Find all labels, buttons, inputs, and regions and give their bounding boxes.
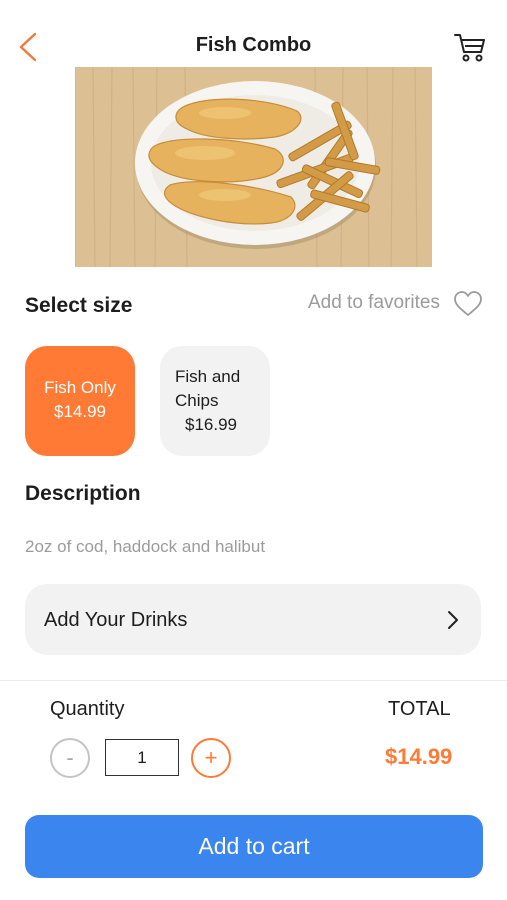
plus-icon: + xyxy=(204,745,218,770)
add-drinks-label: Add Your Drinks xyxy=(44,609,188,631)
page-title: Fish Combo xyxy=(195,34,312,56)
description-heading: Description xyxy=(25,482,141,505)
cart-icon xyxy=(454,34,485,62)
add-drinks-row[interactable]: Add Your Drinks xyxy=(25,584,481,655)
chevron-right-icon xyxy=(448,611,458,629)
favorite-button[interactable] xyxy=(452,288,484,320)
size-option-price: $14.99 xyxy=(54,402,106,421)
quantity-label: Quantity xyxy=(50,698,125,720)
total-price: $14.99 xyxy=(385,744,453,769)
size-option-fish-only[interactable]: Fish Only $14.99 xyxy=(25,346,135,456)
minus-icon: - xyxy=(66,745,74,770)
quantity-input[interactable] xyxy=(105,739,179,776)
product-image xyxy=(75,67,432,267)
decrease-quantity-button[interactable]: - xyxy=(50,738,90,778)
description-text: 2oz of cod, haddock and halibut xyxy=(25,537,266,556)
increase-quantity-button[interactable]: + xyxy=(191,738,231,778)
size-option-price: $16.99 xyxy=(185,415,237,434)
heart-outline-icon xyxy=(454,291,482,316)
select-size-heading: Select size xyxy=(25,294,133,317)
size-option-name: Fish Only xyxy=(44,378,116,397)
size-option-fish-and-chips[interactable]: Fish and Chips $16.99 xyxy=(160,346,270,456)
add-to-favorites-label[interactable]: Add to favorites xyxy=(260,292,440,314)
cart-button[interactable] xyxy=(452,30,488,64)
divider xyxy=(0,680,507,681)
add-to-cart-button[interactable]: Add to cart xyxy=(25,815,483,878)
size-option-name: Fish and Chips xyxy=(175,367,241,410)
total-label: TOTAL xyxy=(388,698,451,720)
